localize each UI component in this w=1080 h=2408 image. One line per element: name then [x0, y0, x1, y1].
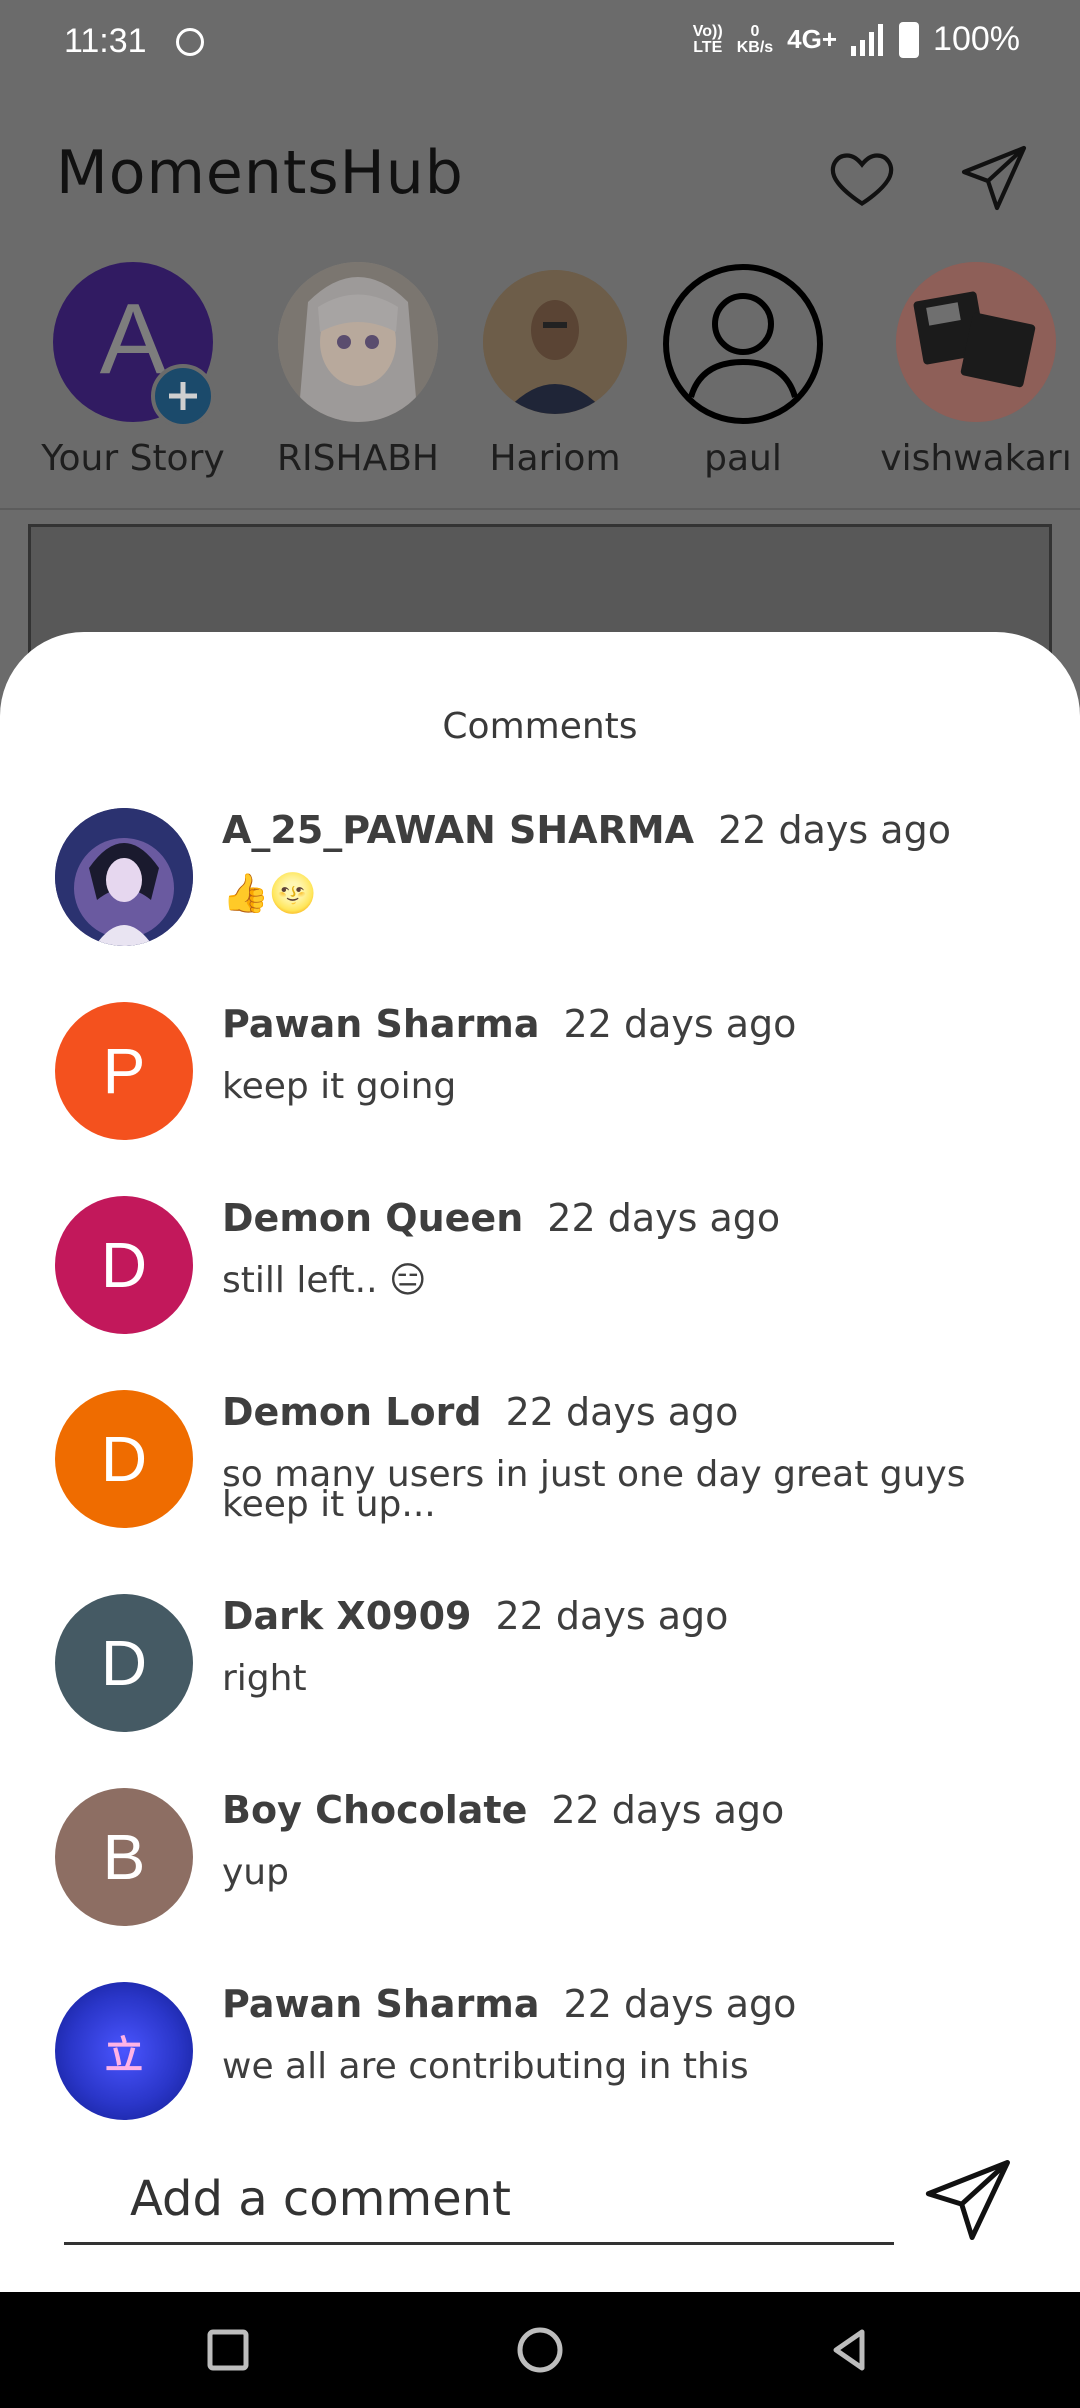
recents-icon[interactable]: [200, 2322, 256, 2378]
comment-text: right: [222, 1658, 307, 1699]
comment-time: 22 days ago: [718, 808, 951, 852]
sheet-title: Comments: [442, 706, 638, 747]
comment-emojis: 👍🌝: [222, 871, 317, 915]
comment-username[interactable]: Boy Chocolate: [222, 1788, 527, 1832]
app-header: MomentsHub: [0, 90, 1080, 250]
status-icons: Vo)) LTE 0 KB/s 4G+ 100%: [693, 20, 1020, 59]
story-paul[interactable]: paul: [643, 262, 843, 479]
story-name: vishwakarı: [880, 438, 1072, 479]
avatar[interactable]: B: [55, 1788, 193, 1926]
story-hariom[interactable]: Hariom: [455, 262, 655, 479]
battery-percent: 100%: [933, 20, 1020, 58]
stories-row: A Your Story RISHABH Hariom paul vishwak…: [0, 262, 1080, 507]
comment-header: Demon Queen 22 days ago: [222, 1196, 780, 1240]
avatar-initial: P: [102, 1035, 146, 1107]
comment-time: 22 days ago: [547, 1196, 781, 1240]
comment-username[interactable]: Demon Lord: [222, 1390, 482, 1434]
comment-text: yup: [222, 1852, 289, 1893]
comment-header: Boy Chocolate 22 days ago: [222, 1788, 784, 1832]
speed-unit: KB/s: [736, 38, 774, 56]
comment-text: still left.. 😑: [222, 1260, 427, 1301]
avatar[interactable]: D: [55, 1594, 193, 1732]
app-title: MomentsHub: [56, 138, 464, 208]
comment-text: keep it going: [222, 1066, 457, 1107]
story-rishabh[interactable]: RISHABH: [258, 262, 458, 479]
volte-indicator: Vo)) LTE: [692, 22, 723, 56]
avatar: [278, 262, 438, 422]
avatar-initial: 立: [104, 2034, 143, 2077]
back-icon[interactable]: [822, 2322, 878, 2378]
avatar: [896, 262, 1056, 422]
anime-avatar-icon: [55, 808, 193, 946]
avatar[interactable]: D: [55, 1390, 193, 1528]
comment-input[interactable]: [128, 2170, 892, 2228]
comments-sheet: Comments A_25_PAWAN SHARMA 22 days ago 👍🌝…: [0, 632, 1080, 2292]
signal-icon: [851, 23, 884, 56]
avatar-initial: B: [102, 1821, 146, 1893]
send-comment-icon[interactable]: [920, 2150, 1020, 2250]
comment-time: 22 days ago: [551, 1788, 785, 1832]
comment-username[interactable]: Pawan Sharma: [222, 1982, 540, 2026]
avatar-initial: D: [100, 1423, 148, 1495]
avatar-initial: D: [100, 1627, 148, 1699]
comment-header: Demon Lord 22 days ago: [222, 1390, 738, 1434]
comment-header: Pawan Sharma 22 days ago: [222, 1982, 796, 2026]
avatar: [483, 270, 627, 414]
default-user-icon: [663, 264, 823, 424]
story-your-story[interactable]: A Your Story: [33, 262, 233, 479]
speed-indicator: 0 KB/s: [736, 22, 774, 56]
comment-input-row: [64, 2168, 894, 2245]
comment-text: 👍🌝: [222, 874, 1042, 912]
avatar[interactable]: [55, 808, 193, 946]
comment-time: 22 days ago: [495, 1594, 729, 1638]
comment-username[interactable]: Pawan Sharma: [222, 1002, 540, 1046]
comment-username[interactable]: Dark X0909: [222, 1594, 472, 1638]
speed-value: 0: [750, 22, 760, 40]
add-story-icon[interactable]: [151, 364, 215, 428]
comment-text: so many users in just one day great guys…: [222, 1454, 966, 1525]
battery-icon: [899, 21, 920, 58]
avatar-initial: D: [100, 1229, 148, 1301]
person-photo-icon: [483, 270, 627, 414]
anime-avatar-icon: [278, 262, 438, 422]
comment-username[interactable]: Demon Queen: [222, 1196, 523, 1240]
avatar[interactable]: D: [55, 1196, 193, 1334]
comment-header: A_25_PAWAN SHARMA 22 days ago: [222, 808, 951, 852]
comment-time: 22 days ago: [505, 1390, 739, 1434]
comment-header: Dark X0909 22 days ago: [222, 1594, 728, 1638]
status-bar: 11:31 Vo)) LTE 0 KB/s 4G+ 100%: [0, 0, 1080, 90]
avatar[interactable]: 立: [55, 1982, 193, 2120]
story-vishwakarma[interactable]: vishwakarı: [876, 262, 1076, 479]
comment-header: Pawan Sharma 22 days ago: [222, 1002, 796, 1046]
heart-icon[interactable]: [826, 142, 898, 214]
floppy-disk-icon: [896, 262, 1056, 422]
send-icon[interactable]: [958, 142, 1030, 214]
status-time: 11:31: [64, 22, 147, 60]
volte-bottom: LTE: [693, 38, 723, 56]
comment-time: 22 days ago: [563, 1002, 797, 1046]
home-icon[interactable]: [512, 2322, 568, 2378]
comment-text: we all are contributing in this: [222, 2046, 749, 2087]
comment-username[interactable]: A_25_PAWAN SHARMA: [222, 808, 694, 852]
notification-icon: [176, 28, 204, 56]
comment-time: 22 days ago: [563, 1982, 797, 2026]
system-nav-bar: [0, 2292, 1080, 2408]
avatar[interactable]: P: [55, 1002, 193, 1140]
volte-top: Vo)): [692, 22, 723, 40]
header-divider: [0, 508, 1080, 510]
network-type: 4G+: [787, 24, 838, 54]
